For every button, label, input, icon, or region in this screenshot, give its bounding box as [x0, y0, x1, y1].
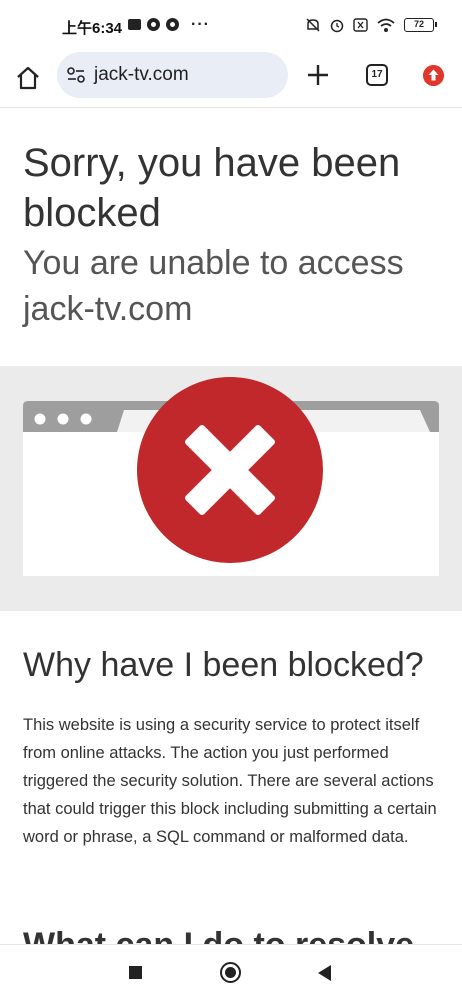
chrome-icon	[166, 18, 179, 31]
blocked-illustration	[0, 366, 462, 611]
back-icon[interactable]	[318, 965, 331, 981]
status-time: 上午6:34	[62, 20, 123, 37]
mail-icon	[128, 19, 141, 30]
window-dot-icon	[80, 413, 92, 425]
status-bar: 上午6:34 ··· 72	[0, 0, 462, 52]
system-nav-bar	[0, 944, 462, 1000]
page-subtitle: You are unable to access jack-tv.com	[23, 244, 404, 328]
tabs-button[interactable]: 17	[366, 64, 388, 86]
browser-toolbar: jack-tv.com 17	[0, 52, 462, 108]
blocked-browser-graphic	[23, 377, 439, 576]
more-notifications-icon: ···	[191, 15, 210, 33]
page-title: Sorry, you have been blocked	[23, 141, 401, 235]
window-dot-icon	[57, 413, 69, 425]
why-blocked-text: This website is using a security service…	[23, 716, 437, 846]
resolve-heading: What can I do to resolve this?	[23, 926, 415, 946]
wifi-icon	[377, 18, 395, 32]
update-icon[interactable]	[423, 65, 444, 86]
chrome-icon	[147, 18, 160, 31]
window-dot-icon	[34, 413, 46, 425]
url-text[interactable]: jack-tv.com	[94, 64, 189, 86]
sim-icon	[353, 18, 368, 32]
recents-icon[interactable]	[129, 966, 142, 979]
error-x-icon	[137, 377, 323, 563]
home-icon[interactable]	[14, 64, 42, 92]
why-blocked-heading: Why have I been blocked?	[23, 646, 424, 684]
site-info-icon[interactable]	[66, 66, 86, 84]
mute-icon	[306, 18, 320, 32]
system-icons: 72	[305, 17, 437, 33]
home-nav-icon[interactable]	[220, 962, 241, 983]
alarm-icon	[330, 19, 344, 33]
new-tab-icon[interactable]	[305, 62, 331, 88]
battery-icon: 72	[404, 18, 437, 32]
notification-icons: ···	[128, 15, 210, 33]
error-headline: Sorry, you have been blocked You are una…	[23, 138, 443, 332]
address-bar[interactable]: jack-tv.com	[57, 52, 288, 98]
